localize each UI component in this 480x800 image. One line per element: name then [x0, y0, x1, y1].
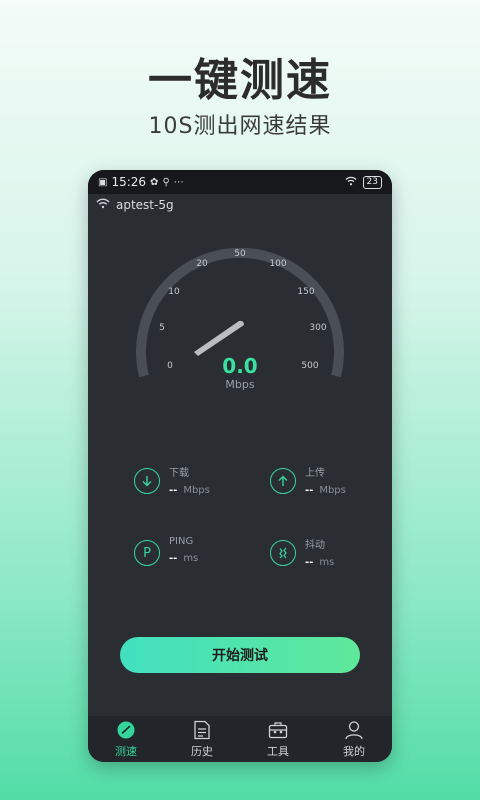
network-info: aptest-5g — [96, 198, 174, 212]
status-time: 15:26 — [111, 175, 147, 189]
gauge-tick-label: 5 — [159, 323, 165, 333]
jitter-label: 抖动 — [305, 540, 325, 551]
jitter-icon — [270, 540, 296, 566]
upload-arrow-icon — [270, 468, 296, 494]
download-metric: 下载 -- Mbps — [134, 464, 210, 496]
start-test-button[interactable]: 开始测试 — [120, 637, 360, 673]
tab-label: 测速 — [115, 744, 137, 758]
tab-label: 我的 — [343, 744, 365, 758]
gauge-tick-label: 100 — [269, 259, 286, 269]
speed-unit: Mbps — [225, 378, 255, 391]
wechat-icon: ✿ — [150, 176, 159, 188]
gauge-tick-label: 50 — [234, 249, 246, 259]
speedometer-icon — [117, 721, 135, 738]
download-label: 下载 — [169, 468, 189, 479]
document-icon — [194, 720, 210, 739]
ping-unit: ms — [183, 553, 199, 564]
wifi-icon — [96, 198, 110, 212]
jitter-value: -- — [305, 557, 314, 568]
gauge-tick-label: 300 — [309, 323, 326, 333]
user-icon — [345, 720, 363, 739]
tab-tools[interactable]: 工具 — [248, 720, 308, 759]
notification-icon: ▣ — [98, 176, 108, 188]
gauge-needle — [194, 320, 244, 356]
tab-profile[interactable]: 我的 — [324, 720, 384, 759]
gauge-tick-label: 10 — [168, 287, 180, 297]
tab-label: 工具 — [267, 744, 289, 758]
jitter-unit: ms — [319, 557, 335, 568]
toolbox-icon — [268, 721, 288, 738]
ping-label: PING — [169, 536, 194, 547]
gauge-tick-label: 150 — [297, 287, 314, 297]
bottom-tab-bar: 测速 历史 工具 我的 — [88, 716, 392, 762]
battery-indicator: 23 — [362, 175, 382, 189]
ping-icon: P — [134, 540, 160, 566]
wifi-status-icon — [345, 175, 357, 189]
upload-metric: 上传 -- Mbps — [270, 464, 346, 496]
gauge-tick-label: 20 — [196, 259, 208, 269]
tab-speedtest[interactable]: 测速 — [96, 720, 156, 759]
jitter-metric: 抖动 -- ms — [270, 536, 334, 568]
upload-label: 上传 — [305, 468, 325, 479]
phone-screen: ▣ 15:26 ✿ ⚲ ⋯ 23 aptest-5g 0 5 10 20 50 … — [88, 170, 392, 762]
upload-value: -- — [305, 485, 314, 496]
status-bar: ▣ 15:26 ✿ ⚲ ⋯ 23 — [88, 170, 392, 194]
tab-history[interactable]: 历史 — [172, 720, 232, 759]
ping-metric: P PING -- ms — [134, 536, 198, 566]
search-icon: ⚲ — [162, 176, 170, 188]
download-unit: Mbps — [183, 485, 210, 496]
download-value: -- — [169, 485, 178, 496]
more-icon: ⋯ — [173, 176, 184, 188]
download-arrow-icon — [134, 468, 160, 494]
upload-unit: Mbps — [319, 485, 346, 496]
network-ssid: aptest-5g — [116, 198, 174, 212]
headline: 一键测速 — [148, 55, 332, 106]
subheadline: 10S测出网速结果 — [148, 114, 332, 139]
tab-label: 历史 — [191, 744, 213, 758]
speed-value: 0.0 — [222, 354, 258, 378]
ping-value: -- — [169, 553, 178, 564]
